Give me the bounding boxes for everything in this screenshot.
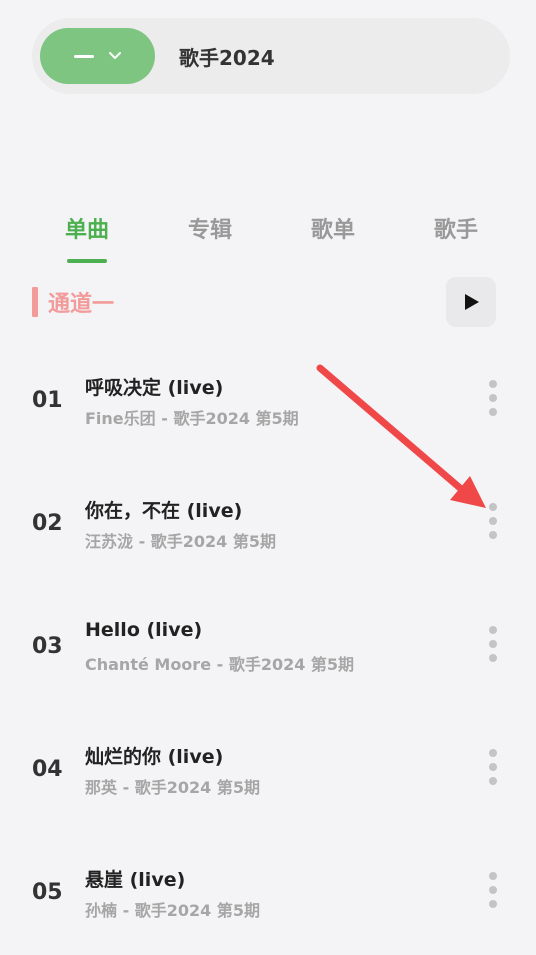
song-subtitle: Chanté Moore - 歌手2024 第5期 (85, 655, 355, 674)
more-options-button[interactable] (481, 624, 505, 664)
song-list: 01 呼吸决定 (live) Fine乐团 - 歌手2024 第5期 02 你在… (0, 340, 536, 955)
play-icon (465, 294, 479, 310)
song-title: 灿烂的你 (live) (85, 746, 224, 768)
more-dots-icon (489, 380, 497, 388)
song-number: 02 (32, 511, 63, 536)
song-row[interactable]: 03 Hello (live) Chanté Moore - 歌手2024 第5… (0, 586, 536, 709)
more-dots-icon (489, 654, 497, 662)
more-dots-icon (489, 394, 497, 402)
more-dots-icon (489, 886, 497, 894)
song-title: 你在，不在 (live) (85, 500, 243, 522)
song-row[interactable]: 05 悬崖 (live) 孙楠 - 歌手2024 第5期 (0, 832, 536, 955)
more-dots-icon (489, 626, 497, 634)
more-options-button[interactable] (481, 501, 505, 541)
search-bar[interactable]: 歌手2024 (32, 18, 510, 94)
song-title: 悬崖 (live) (85, 869, 186, 891)
tab-bar: 单曲 专辑 歌单 歌手 (26, 212, 518, 266)
song-row[interactable]: 02 你在，不在 (live) 汪苏泷 - 歌手2024 第5期 (0, 463, 536, 586)
more-dots-icon (489, 531, 497, 539)
more-dots-icon (489, 763, 497, 771)
song-subtitle: 孙楠 - 歌手2024 第5期 (85, 901, 261, 920)
song-row[interactable]: 01 呼吸决定 (live) Fine乐团 - 歌手2024 第5期 (0, 340, 536, 463)
more-dots-icon (489, 749, 497, 757)
tab-artists[interactable]: 歌手 (416, 212, 496, 244)
more-options-button[interactable] (481, 870, 505, 910)
section-accent-bar (32, 287, 38, 317)
song-title: Hello (live) (85, 619, 203, 641)
more-dots-icon (489, 517, 497, 525)
more-dots-icon (489, 640, 497, 648)
active-tab-indicator (67, 259, 107, 263)
song-subtitle: 汪苏泷 - 歌手2024 第5期 (85, 532, 277, 551)
chevron-down-icon (108, 52, 121, 59)
song-title: 呼吸决定 (live) (85, 377, 224, 399)
more-dots-icon (489, 872, 497, 880)
more-dots-icon (489, 777, 497, 785)
tab-singles[interactable]: 单曲 (47, 212, 127, 244)
song-number: 04 (32, 757, 63, 782)
more-dots-icon (489, 900, 497, 908)
song-row[interactable]: 04 灿烂的你 (live) 那英 - 歌手2024 第5期 (0, 709, 536, 832)
more-dots-icon (489, 503, 497, 511)
section-title: 通道一 (48, 292, 115, 317)
song-number: 03 (32, 634, 63, 659)
song-number: 01 (32, 388, 63, 413)
tab-albums[interactable]: 专辑 (170, 212, 250, 244)
song-subtitle: Fine乐团 - 歌手2024 第5期 (85, 409, 299, 428)
song-number: 05 (32, 880, 63, 905)
tab-playlists[interactable]: 歌单 (293, 212, 373, 244)
menu-dash-icon (73, 54, 94, 58)
more-options-button[interactable] (481, 747, 505, 787)
menu-toggle-button[interactable] (40, 28, 155, 84)
song-subtitle: 那英 - 歌手2024 第5期 (85, 778, 261, 797)
more-options-button[interactable] (481, 378, 505, 418)
play-all-button[interactable] (446, 277, 496, 327)
search-query-text: 歌手2024 (179, 45, 275, 70)
more-dots-icon (489, 408, 497, 416)
